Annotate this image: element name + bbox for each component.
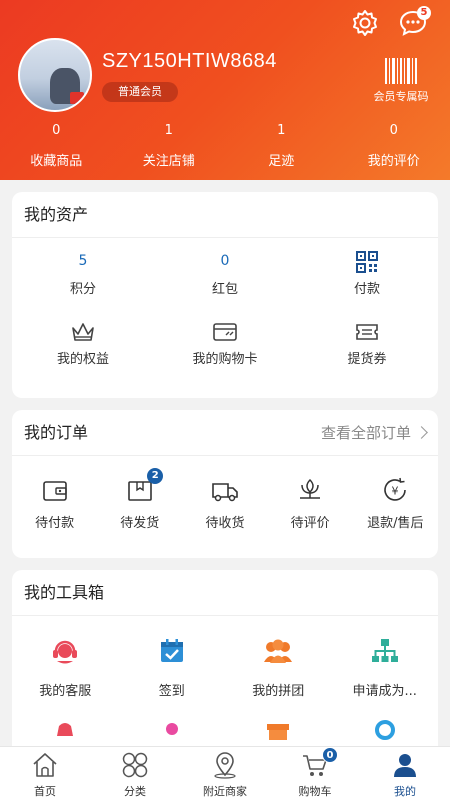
tab-label: 购物车 bbox=[298, 785, 332, 798]
tool-customer-service[interactable]: 我的客服 bbox=[12, 636, 119, 716]
asset-label: 提货券 bbox=[347, 352, 387, 367]
customer-service-icon bbox=[12, 636, 119, 666]
tool-sign-in[interactable]: 签到 bbox=[119, 636, 226, 716]
cart-badge: 0 bbox=[322, 747, 338, 763]
stat-value: 1 bbox=[277, 123, 286, 138]
barcode-label: 会员专属码 bbox=[373, 90, 429, 103]
asset-label: 我的权益 bbox=[56, 352, 109, 367]
tool-label: 我的拼团 bbox=[252, 684, 305, 699]
ring-icon bbox=[332, 716, 439, 746]
stat-label: 收藏商品 bbox=[30, 154, 83, 169]
asset-label: 积分 bbox=[69, 282, 96, 297]
category-icon bbox=[90, 751, 180, 781]
barcode-icon bbox=[384, 58, 418, 84]
settings-gear-icon[interactable] bbox=[350, 8, 380, 38]
wallet-icon bbox=[12, 476, 97, 504]
stat-footprints[interactable]: 1 足迹 bbox=[225, 120, 338, 169]
order-label: 退款/售后 bbox=[367, 516, 424, 531]
order-pending-review[interactable]: 待评价 bbox=[268, 476, 353, 531]
asset-label: 红包 bbox=[211, 282, 238, 297]
tool-group-buy[interactable]: 我的拼团 bbox=[225, 636, 332, 716]
view-all-label: 查看全部订单 bbox=[320, 424, 411, 442]
red-packet-value: 0 bbox=[220, 253, 230, 269]
refund-icon: ¥ bbox=[353, 476, 438, 504]
user-icon bbox=[360, 751, 450, 781]
dot-icon bbox=[119, 716, 226, 746]
message-badge: 5 bbox=[417, 6, 431, 20]
tool-label: 申请成为... bbox=[352, 684, 417, 699]
stat-favorites[interactable]: 0 收藏商品 bbox=[0, 120, 113, 169]
orders-card: 我的订单 查看全部订单 待付款 2 待发货 待收货 待评价 ¥ 退款/售后 bbox=[12, 410, 438, 558]
toolbox-title: 我的工具箱 bbox=[12, 570, 438, 616]
stat-my-reviews[interactable]: 0 我的评价 bbox=[338, 120, 450, 169]
order-label: 待发货 bbox=[120, 516, 160, 531]
order-refund[interactable]: ¥ 退款/售后 bbox=[353, 476, 438, 531]
bottom-tab-bar: 首页 分类 附近商家 0 购物车 我的 bbox=[0, 746, 450, 800]
stat-label: 关注店铺 bbox=[142, 154, 195, 169]
avatar[interactable] bbox=[18, 38, 92, 112]
crown-icon bbox=[12, 320, 154, 344]
tab-category[interactable]: 分类 bbox=[90, 747, 180, 800]
tab-cart[interactable]: 0 购物车 bbox=[270, 747, 360, 800]
assets-card: 我的资产 5 积分 0 红包 付款 我的权益 我的购物卡 提货券 bbox=[12, 192, 438, 398]
tab-mine[interactable]: 我的 bbox=[360, 747, 450, 800]
asset-label: 我的购物卡 bbox=[192, 352, 258, 367]
flower-icon bbox=[268, 476, 353, 504]
order-label: 待付款 bbox=[35, 516, 75, 531]
asset-label: 付款 bbox=[353, 282, 380, 297]
package-icon bbox=[97, 476, 182, 504]
stat-value: 0 bbox=[52, 123, 61, 138]
stat-label: 足迹 bbox=[268, 154, 295, 169]
tab-label: 附近商家 bbox=[203, 785, 247, 798]
message-icon[interactable]: 5 bbox=[398, 6, 431, 38]
points-value: 5 bbox=[78, 253, 88, 269]
stat-label: 我的评价 bbox=[367, 154, 420, 169]
order-pending-shipment[interactable]: 2 待发货 bbox=[97, 468, 182, 531]
location-icon bbox=[180, 751, 270, 781]
shop-icon bbox=[225, 716, 332, 746]
bag-icon bbox=[12, 716, 119, 746]
cart-icon bbox=[270, 751, 360, 781]
tab-home[interactable]: 首页 bbox=[0, 747, 90, 800]
asset-my-benefits[interactable]: 我的权益 bbox=[12, 308, 154, 378]
asset-shopping-card[interactable]: 我的购物卡 bbox=[154, 308, 296, 378]
asset-points[interactable]: 5 积分 bbox=[12, 238, 154, 308]
order-pending-payment[interactable]: 待付款 bbox=[12, 476, 97, 531]
svg-text:¥: ¥ bbox=[392, 485, 399, 498]
tool-label: 签到 bbox=[158, 684, 185, 699]
orders-title: 我的订单 查看全部订单 bbox=[12, 410, 438, 456]
truck-icon bbox=[182, 476, 267, 504]
tab-label: 首页 bbox=[34, 785, 56, 798]
chevron-right-icon bbox=[415, 426, 428, 439]
member-code-button[interactable]: 会员专属码 bbox=[368, 58, 434, 104]
stat-followed-shops[interactable]: 1 关注店铺 bbox=[113, 120, 226, 169]
tab-nearby[interactable]: 附近商家 bbox=[180, 747, 270, 800]
asset-red-packet[interactable]: 0 红包 bbox=[154, 238, 296, 308]
group-icon bbox=[225, 636, 332, 666]
profile-header: 5 SZY150HTIW8684 普通会员 会员专属码 0 收藏商品 1 关注店… bbox=[0, 0, 450, 180]
card-icon bbox=[154, 320, 296, 344]
org-chart-icon bbox=[332, 636, 439, 666]
view-all-orders-link[interactable]: 查看全部订单 bbox=[320, 410, 428, 456]
asset-voucher[interactable]: 提货券 bbox=[296, 308, 438, 378]
member-level-badge: 普通会员 bbox=[102, 82, 178, 102]
stat-value: 0 bbox=[389, 123, 398, 138]
stat-value: 1 bbox=[164, 123, 173, 138]
asset-pay[interactable]: 付款 bbox=[296, 238, 438, 308]
assets-title: 我的资产 bbox=[12, 192, 438, 238]
home-icon bbox=[0, 751, 90, 781]
stats-row: 0 收藏商品 1 关注店铺 1 足迹 0 我的评价 bbox=[0, 120, 450, 169]
tool-apply[interactable]: 申请成为... bbox=[332, 636, 439, 716]
order-label: 待评价 bbox=[290, 516, 330, 531]
tab-label: 分类 bbox=[124, 785, 146, 798]
tool-label: 我的客服 bbox=[39, 684, 92, 699]
tab-label: 我的 bbox=[394, 785, 416, 798]
order-pending-receipt[interactable]: 待收货 bbox=[182, 476, 267, 531]
orders-title-text: 我的订单 bbox=[24, 423, 89, 442]
username: SZY150HTIW8684 bbox=[102, 50, 277, 72]
qr-pay-icon bbox=[296, 250, 438, 274]
voucher-icon bbox=[296, 320, 438, 344]
order-label: 待收货 bbox=[205, 516, 245, 531]
calendar-check-icon bbox=[119, 636, 226, 666]
